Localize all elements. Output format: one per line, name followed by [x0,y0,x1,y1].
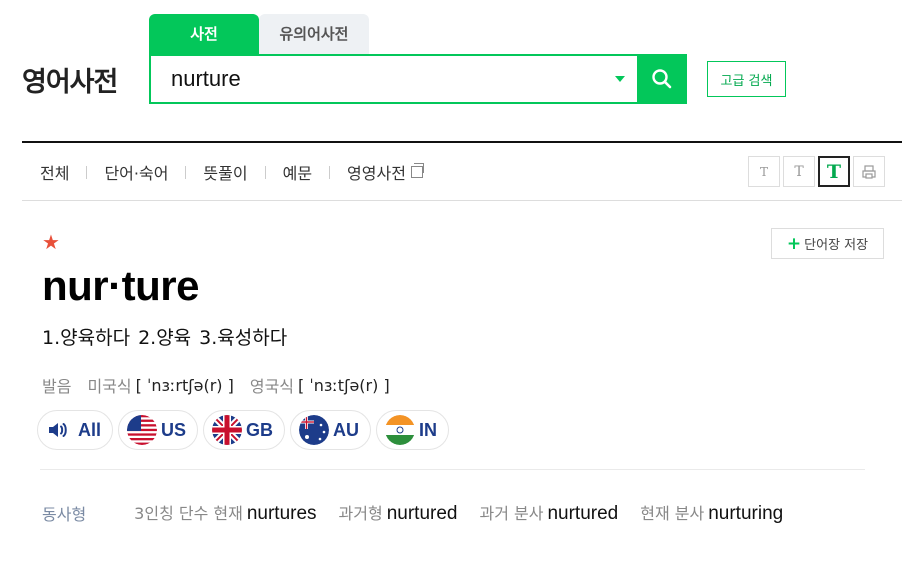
verb-form-item: 현재 분사 nurturing [640,500,783,525]
meaning-list: 1.양육하다 2.양육 3.육성하다 [42,323,295,350]
play-in-button[interactable]: IN [376,410,450,450]
tab-separator [329,165,331,179]
section-divider [40,469,865,470]
save-label: 단어장 저장 [804,238,869,253]
verb-form-word[interactable]: nurtured [387,503,458,524]
tab-english-english[interactable]: 영영사전 [347,160,424,184]
us-flag-icon [127,415,158,445]
verb-form-item: 3인칭 단수 현재 nurtures [134,500,316,525]
play-au-button[interactable]: AU [290,410,372,450]
pronunciation-label: 발음 [42,377,72,396]
play-all-button[interactable]: All [37,410,114,450]
verb-form-label: 과거 분사 [479,504,544,523]
au-flag-icon [299,415,330,445]
dropdown-caret-icon[interactable] [603,56,637,102]
verb-form-label: 현재 분사 [640,504,705,523]
font-small-button[interactable]: T [748,156,780,187]
headword: nur·ture [42,262,200,309]
play-all-label: All [78,419,102,440]
font-large-button[interactable]: T [818,156,850,187]
print-icon [862,164,876,179]
font-medium-button[interactable]: T [783,156,815,187]
tab-dictionary[interactable]: 사전 [149,14,259,54]
verb-form-label: 과거형 [338,504,383,523]
meaning-item: 3.육성하다 [199,327,288,349]
verb-form-item: 과거형 nurtured [339,500,458,525]
tab-separator [86,165,88,179]
external-link-icon [410,163,424,178]
play-in-label: IN [419,419,438,440]
audio-buttons: All US GB AU IN [37,410,450,450]
us-ipa: [ ˈnɜːrtʃə(r) ] [135,375,234,395]
play-gb-button[interactable]: GB [203,410,286,450]
in-flag-icon [385,415,416,445]
nav-divider [22,200,902,201]
search-box [149,54,687,104]
tab-words-idioms[interactable]: 단어·숙어 [104,160,168,184]
font-size-tools: T T T [748,156,885,187]
search-type-tabs: 사전 유의어사전 [149,14,369,54]
header-divider [22,141,902,143]
verb-forms-row: 동사형 3인칭 단수 현재 nurtures 과거형 nurtured 과거 분사 n… [42,500,805,525]
advanced-search-button[interactable]: 고급 검색 [707,61,786,97]
speaker-icon [49,423,67,437]
verb-forms-category: 동사형 [42,504,87,524]
verb-form-word[interactable]: nurturing [708,503,783,524]
tab-separator [185,165,187,179]
result-category-tabs: 전체 단어·숙어 뜻풀이 예문 영영사전 [40,160,424,184]
verb-form-word[interactable]: nurtures [247,503,317,524]
print-button[interactable] [853,156,885,187]
meaning-item: 2.양육 [138,327,192,349]
meaning-item: 1.양육하다 [42,327,131,349]
search-input[interactable] [151,56,603,102]
tab-examples[interactable]: 예문 [283,160,312,184]
dictionary-logo[interactable]: 영어사전 [22,60,118,99]
tab-thesaurus[interactable]: 유의어사전 [259,14,369,54]
play-us-label: US [161,419,187,440]
tab-all[interactable]: 전체 [40,160,69,184]
verb-form-label: 3인칭 단수 현재 [134,504,243,523]
gb-flag-icon [212,415,243,445]
uk-ipa: [ ˈnɜːtʃə(r) ] [298,375,390,395]
tab-english-english-label: 영영사전 [347,164,406,183]
verb-form-word[interactable]: nurtured [547,503,618,524]
play-gb-label: GB [246,419,274,440]
tab-separator [264,165,266,179]
search-button[interactable] [637,54,687,104]
plus-icon: + [786,233,802,254]
verb-form-item: 과거 분사 nurtured [480,500,619,525]
uk-pronunciation-label: 영국식 [249,377,295,396]
star-icon: ★ [42,230,60,254]
search-icon [652,69,672,89]
play-us-button[interactable]: US [118,410,199,450]
pronunciation-row: 발음 미국식 [ ˈnɜːrtʃə(r) ] 영국식 [ ˈnɜːtʃə(r) … [42,373,406,397]
play-au-label: AU [333,419,360,440]
tab-definitions[interactable]: 뜻풀이 [203,160,247,184]
save-to-wordbook-button[interactable]: + 단어장 저장 [771,228,884,259]
us-pronunciation-label: 미국식 [87,377,132,396]
